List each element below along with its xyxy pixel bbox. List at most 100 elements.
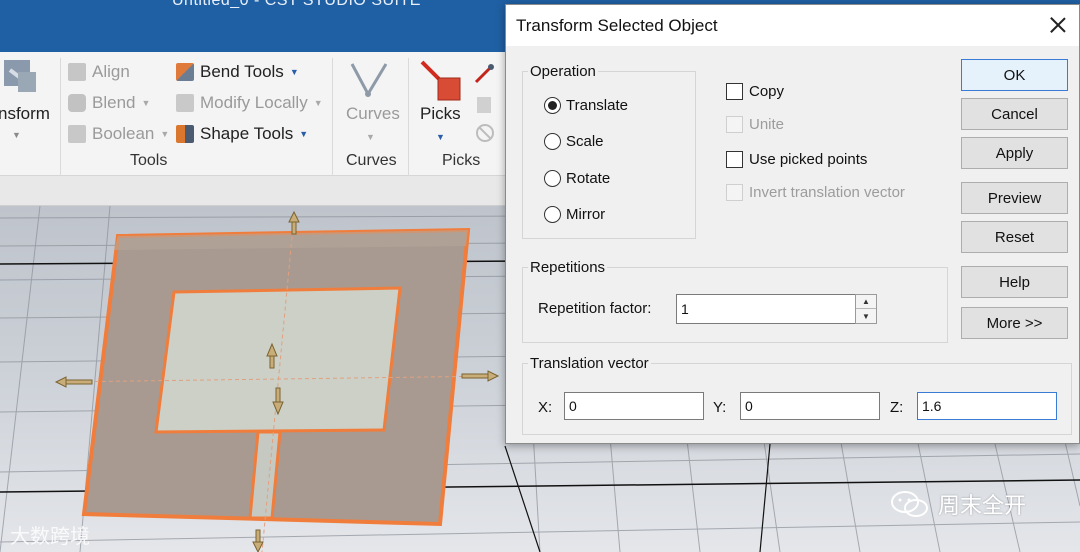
radio-icon — [544, 206, 561, 223]
radio-translate[interactable]: Translate — [544, 97, 628, 114]
chevron-down-icon: ▼ — [313, 98, 323, 108]
blend-label: Blend — [92, 93, 136, 112]
picks-dropdown-icon[interactable]: ▼ — [436, 132, 445, 142]
transform-icon[interactable] — [0, 52, 40, 100]
shape-tools-label: Shape Tools — [200, 124, 294, 143]
boolean-button[interactable]: Boolean ▼ — [68, 124, 169, 144]
radio-icon — [544, 170, 561, 187]
invert-translation-checkbox: Invert translation vector — [726, 184, 905, 201]
repetition-factor-label: Repetition factor: — [538, 300, 652, 317]
ribbon-separator — [408, 58, 409, 176]
repetition-factor-input[interactable] — [676, 294, 856, 324]
pick-edge-icon[interactable] — [474, 94, 496, 116]
use-picked-points-label: Use picked points — [749, 151, 868, 168]
align-icon — [68, 63, 86, 81]
repetition-stepper[interactable]: ▲ ▼ — [855, 294, 877, 324]
curves-button[interactable]: Curves — [346, 104, 400, 124]
picks-label: Picks — [420, 104, 461, 123]
mirror-label: Mirror — [566, 206, 606, 223]
bend-tools-icon — [176, 63, 194, 81]
watermark-left: 大数跨境 — [10, 520, 90, 549]
help-button[interactable]: Help — [961, 266, 1068, 298]
unite-label: Unite — [749, 116, 785, 133]
y-label: Y: — [713, 399, 727, 416]
bend-tools-label: Bend Tools — [200, 62, 284, 81]
cancel-button[interactable]: Cancel — [961, 98, 1068, 130]
radio-icon — [544, 133, 561, 150]
modify-locally-icon — [176, 94, 194, 112]
wechat-icon — [891, 491, 928, 517]
ribbon-separator — [60, 58, 61, 176]
use-picked-points-checkbox[interactable]: Use picked points — [726, 151, 867, 168]
curves-icon[interactable] — [346, 58, 394, 104]
preview-button[interactable]: Preview — [961, 182, 1068, 214]
blend-button[interactable]: Blend ▼ — [68, 93, 150, 113]
radio-icon-selected — [544, 97, 561, 114]
picks-button[interactable]: Picks — [420, 104, 461, 124]
dialog-title: Transform Selected Object — [516, 16, 718, 35]
scale-label: Scale — [566, 133, 604, 150]
ribbon-separator — [332, 58, 333, 176]
close-icon[interactable] — [1047, 14, 1069, 36]
clear-picks-icon[interactable] — [474, 122, 496, 144]
checkbox-icon — [726, 151, 743, 168]
blend-icon — [68, 94, 86, 112]
checkbox-icon — [726, 116, 743, 133]
chevron-down-icon: ▼ — [289, 67, 299, 77]
invert-translation-label: Invert translation vector — [749, 184, 905, 201]
transform-dialog: Transform Selected Object Operation Tran… — [505, 4, 1080, 444]
translate-label: Translate — [566, 97, 628, 114]
picks-icon[interactable] — [418, 58, 464, 104]
spin-down-icon[interactable]: ▼ — [856, 309, 876, 323]
picks-group-label: Picks — [442, 152, 481, 169]
x-label: X: — [538, 399, 553, 416]
modify-locally-button[interactable]: Modify Locally ▼ — [176, 93, 323, 113]
tools-group-label: Tools — [130, 152, 168, 169]
substrate-object — [59, 215, 501, 552]
app-window-title: Untitled_0 - CST STUDIO SUITE — [172, 0, 421, 9]
x-input[interactable] — [564, 392, 704, 420]
rotate-label: Rotate — [566, 170, 611, 187]
transform-button[interactable]: nsform — [0, 104, 50, 124]
radio-rotate[interactable]: Rotate — [544, 170, 610, 187]
curves-group-label: Curves — [346, 152, 397, 169]
repetitions-group-label: Repetitions — [528, 259, 608, 276]
curves-dropdown-icon[interactable]: ▼ — [366, 132, 375, 142]
y-input[interactable] — [740, 392, 880, 420]
boolean-label: Boolean — [92, 124, 155, 143]
ok-button[interactable]: OK — [961, 59, 1068, 91]
shape-tools-button[interactable]: Shape Tools ▼ — [176, 124, 308, 144]
chevron-down-icon: ▼ — [160, 129, 170, 139]
watermark-left-text: 大数跨境 — [10, 526, 90, 548]
curves-label: Curves — [346, 104, 400, 123]
checkbox-icon — [726, 83, 743, 100]
dialog-titlebar[interactable]: Transform Selected Object — [506, 5, 1079, 46]
apply-button[interactable]: Apply — [961, 137, 1068, 169]
reset-button[interactable]: Reset — [961, 221, 1068, 253]
shape-tools-icon — [176, 125, 194, 143]
transform-label: nsform — [0, 104, 50, 123]
watermark-right-text: 周末全开 — [938, 493, 1027, 518]
align-label: Align — [92, 62, 130, 81]
modify-locally-label: Modify Locally — [200, 93, 308, 112]
unite-checkbox: Unite — [726, 116, 784, 133]
align-button[interactable]: Align — [68, 62, 130, 82]
spin-up-icon[interactable]: ▲ — [856, 295, 876, 309]
z-label: Z: — [890, 399, 904, 416]
operation-group-label: Operation — [528, 63, 598, 80]
more-button[interactable]: More >> — [961, 307, 1068, 339]
radio-scale[interactable]: Scale — [544, 133, 604, 150]
copy-checkbox[interactable]: Copy — [726, 83, 784, 100]
chevron-down-icon: ▼ — [299, 129, 309, 139]
translation-vector-label: Translation vector — [528, 355, 651, 372]
chevron-down-icon: ▼ — [141, 98, 151, 108]
boolean-icon — [68, 125, 86, 143]
radio-mirror[interactable]: Mirror — [544, 206, 605, 223]
z-input[interactable] — [917, 392, 1057, 420]
checkbox-icon — [726, 184, 743, 201]
transform-dropdown-icon[interactable]: ▼ — [12, 130, 21, 140]
bend-tools-button[interactable]: Bend Tools ▼ — [176, 62, 299, 82]
copy-label: Copy — [749, 83, 785, 100]
pick-point-icon[interactable] — [474, 62, 496, 84]
watermark-right: 周末全开 — [890, 488, 1026, 520]
